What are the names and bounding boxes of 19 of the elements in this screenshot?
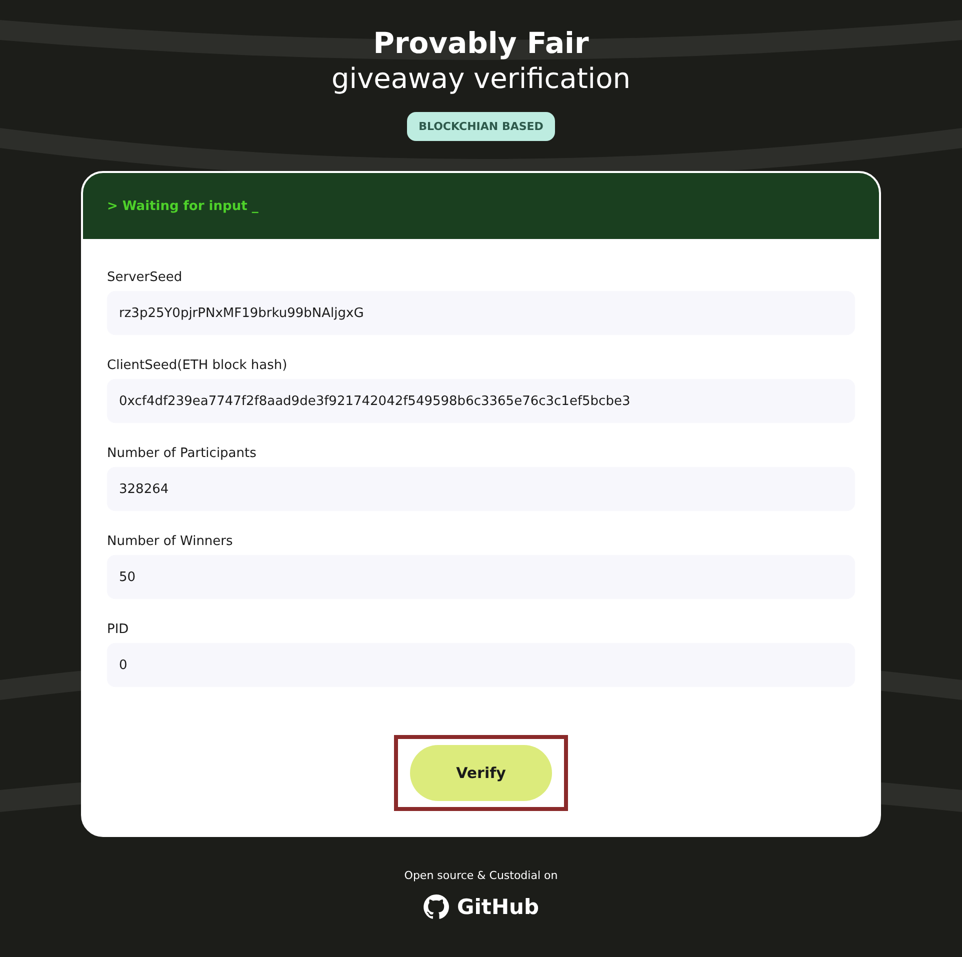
input-field[interactable]: 0 — [107, 643, 855, 687]
status-text: > Waiting for input _ — [107, 198, 258, 214]
input-field[interactable]: 50 — [107, 555, 855, 599]
github-link[interactable]: GitHub — [422, 894, 540, 920]
field-label: PID — [107, 621, 130, 639]
tag: BLOCKCHIAN BASED — [406, 112, 556, 141]
github-label: GitHub — [456, 895, 540, 919]
cat-logo-icon — [422, 894, 449, 920]
input-field[interactable]: rz3p25Y0pjrPNxMF19brku99bNAljgxG — [107, 291, 855, 335]
field-label: Number of Participants — [107, 445, 258, 463]
page-title: Provably Fair — [373, 26, 589, 60]
input-field[interactable]: 0xcf4df239ea7747f2f8aad9de3f921742042f549598b6c3365e76c3c1ef5bcbe3 — [107, 379, 855, 423]
page-subtitle: giveaway verification — [332, 62, 630, 96]
field-label: ClientSeed(ETH block hash) — [107, 357, 288, 375]
input-field[interactable]: 328264 — [107, 467, 855, 511]
field-label: ServerSeed — [107, 269, 184, 287]
footer-note: Open source & Custodial on — [404, 869, 558, 882]
field-label: Number of Winners — [107, 533, 234, 551]
verify-button[interactable]: Verify — [410, 745, 552, 801]
